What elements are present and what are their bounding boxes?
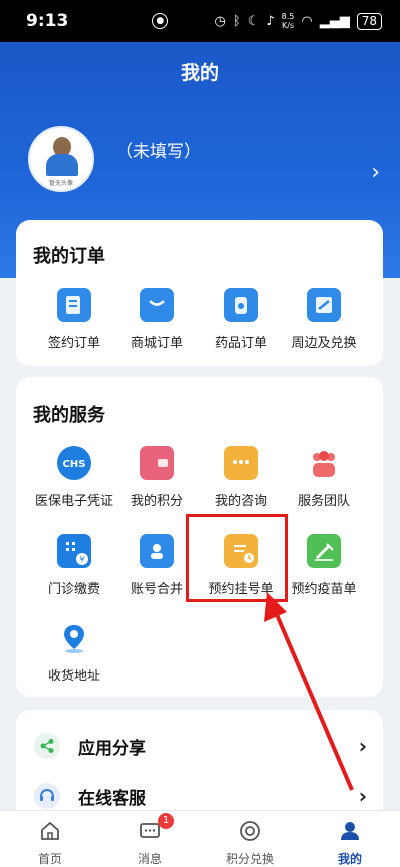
orders-item-label: 周边及兑换 [291,336,357,351]
network-speed-unit: K/s [281,21,295,30]
orders-item-contract[interactable]: 签约订单 [29,288,119,351]
chat-icon [224,446,258,480]
services-item-chs[interactable]: CHS 医保电子凭证 [29,446,119,509]
signal-icon: ▂▄▆ [319,13,350,29]
share-icon [34,733,60,759]
services-item-payment[interactable]: ¥ 门诊缴费 [29,534,119,597]
orders-item-mall[interactable]: 商城订单 [112,288,202,351]
points-exchange-icon [240,821,260,841]
tab-label: 消息 [137,852,162,866]
team-icon [307,446,341,480]
services-item-label: 医保电子凭证 [34,494,113,509]
tab-profile[interactable]: 我的 [300,811,400,867]
contract-order-icon [57,288,91,322]
orders-item-exchange[interactable]: 周边及兑换 [279,288,369,351]
tab-label: 积分兑换 [225,852,274,866]
bluetooth-icon: ᛒ [232,13,241,29]
avatar-body [46,154,78,176]
status-icons: ◷ ᛒ ☾ ♪ 8.5 K/s ◠ ▂▄▆ 78 [215,12,382,30]
muted-icon: ♪ [266,13,275,29]
profile-row[interactable]: 暂无头像 （未填写） › [28,122,380,196]
message-badge: 1 [158,813,174,829]
services-item-label: 收货地址 [47,669,100,684]
services-item-consult[interactable]: 我的咨询 [196,446,286,509]
tab-messages[interactable]: 1 消息 [100,811,200,867]
services-item-vaccine[interactable]: 预约疫苗单 [279,534,369,597]
avatar[interactable]: 暂无头像 [28,126,94,192]
medicine-icon [224,288,258,322]
services-item-address[interactable]: 收货地址 [29,621,119,684]
location-icon [57,621,91,655]
services-item-points[interactable]: 我的积分 [112,446,202,509]
payment-icon: ¥ [57,534,91,568]
orders-item-label: 商城订单 [130,336,183,351]
status-time: 9:13 [26,11,69,31]
headset-icon [34,783,60,809]
svg-text:CHS: CHS [63,459,86,470]
profile-name: （未填写） [116,141,201,162]
tab-points-exchange[interactable]: 积分兑换 [200,811,300,867]
services-title: 我的服务 [33,405,105,426]
notification-icon: ● [152,13,169,29]
list-item-label: 应用分享 [78,738,146,759]
wifi-icon: ◠ [301,13,313,29]
svg-text:¥: ¥ [79,555,84,564]
chevron-right-icon: › [371,159,380,185]
orders-title: 我的订单 [33,246,105,267]
tab-label: 首页 [37,852,62,866]
status-bar: 9:13 ● ◷ ᛒ ☾ ♪ 8.5 K/s ◠ ▂▄▆ 78 [0,0,400,42]
tab-bar: 首页 1 消息 积分兑换 我的 [0,810,400,867]
shopping-bag-icon [140,288,174,322]
home-icon [41,821,59,840]
orders-item-medicine[interactable]: 药品订单 [196,288,286,351]
vaccine-icon [307,534,341,568]
profile-icon [341,822,359,840]
services-item-team[interactable]: 服务团队 [279,446,369,509]
account-merge-icon [140,534,174,568]
chevron-right-icon: › [358,734,367,758]
tab-home[interactable]: 首页 [0,811,100,867]
stopwatch-icon: ◷ [214,13,226,29]
wallet-icon [140,446,174,480]
do-not-disturb-icon: ☾ [247,13,260,29]
services-item-label: 我的积分 [130,494,183,509]
list-item-label: 在线客服 [78,788,146,809]
chs-insurance-icon: CHS [57,446,91,480]
exchange-icon [307,288,341,322]
tab-label: 我的 [337,852,362,866]
services-item-label: 门诊缴费 [47,582,100,597]
avatar-caption: 暂无头像 [48,180,73,187]
services-item-label: 服务团队 [297,494,350,509]
highlight-box [186,514,288,602]
services-item-label: 预约疫苗单 [291,582,357,597]
network-speed: 8.5 K/s [282,12,295,30]
page-title: 我的 [180,62,219,84]
orders-item-label: 药品订单 [214,336,267,351]
services-item-label: 我的咨询 [214,494,267,509]
chevron-right-icon: › [358,784,367,808]
battery-indicator: 78 [356,12,382,30]
network-speed-value: 8.5 [281,12,295,21]
orders-card: 我的订单 签约订单 商城订单 药品订单 周边及兑换 [16,220,383,366]
list-item-share[interactable]: 应用分享 › [16,720,383,772]
orders-item-label: 签约订单 [47,336,100,351]
